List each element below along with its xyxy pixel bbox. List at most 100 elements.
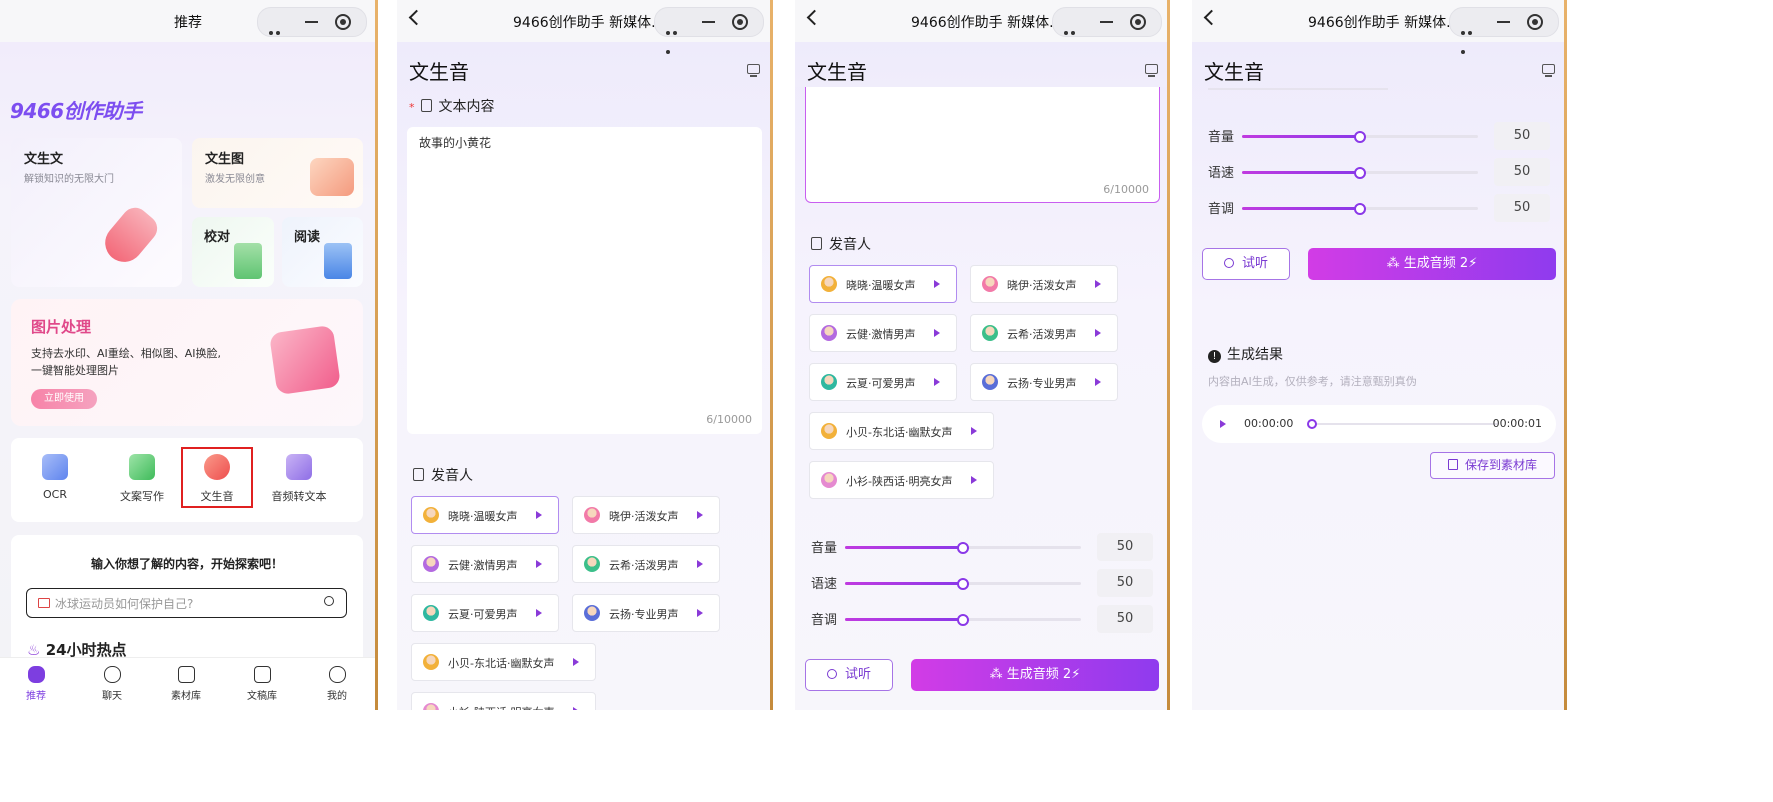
monitor-icon[interactable]	[747, 64, 760, 77]
play-icon[interactable]	[536, 511, 542, 519]
slider-knob[interactable]	[1354, 167, 1366, 179]
slider-track[interactable]	[845, 578, 1081, 590]
slider-value[interactable]: 50	[1494, 122, 1550, 150]
slider-value[interactable]: 50	[1494, 194, 1550, 222]
mini-program-capsule[interactable]	[654, 7, 764, 54]
use-now-button[interactable]: 立即使用	[31, 389, 97, 409]
progress-track[interactable]	[1307, 419, 1498, 429]
voice-option[interactable]: 小贝-东北话·幽默女声	[411, 643, 596, 681]
monitor-icon[interactable]	[1542, 64, 1555, 77]
play-icon[interactable]	[934, 329, 940, 337]
voice-option[interactable]: 云希·活泼男声	[572, 545, 720, 583]
monitor-icon[interactable]	[1145, 64, 1158, 77]
slider-track[interactable]	[845, 614, 1081, 626]
voice-option[interactable]: 云扬·专业男声	[970, 363, 1118, 401]
slider-value[interactable]: 50	[1097, 533, 1153, 561]
generate-audio-button[interactable]: ⁂ 生成音频 2⚡	[911, 659, 1159, 691]
play-icon[interactable]	[971, 476, 977, 484]
minimize-icon[interactable]	[1100, 21, 1113, 23]
play-icon[interactable]	[934, 280, 940, 288]
search-input[interactable]: 冰球运动员如何保护自己?	[26, 588, 347, 618]
voice-option[interactable]: 云夏·可爱男声	[809, 363, 957, 401]
tool-text-to-speech[interactable]: 文生音	[187, 454, 247, 504]
generate-audio-button[interactable]: ⁂ 生成音频 2⚡	[1308, 248, 1556, 280]
voice-option[interactable]: 小衫-陕西话·明亮女声	[411, 692, 596, 710]
slider-knob[interactable]	[1354, 131, 1366, 143]
voice-option[interactable]: 晓伊·活泼女声	[572, 496, 720, 534]
voice-option[interactable]: 云健·激情男声	[411, 545, 559, 583]
tool-audio-to-text[interactable]: 音频转文本	[265, 454, 333, 504]
play-icon[interactable]	[1095, 329, 1101, 337]
play-icon[interactable]	[697, 511, 703, 519]
slider-track[interactable]	[845, 542, 1081, 554]
back-icon[interactable]	[408, 9, 425, 26]
voice-option[interactable]: 云希·活泼男声	[970, 314, 1118, 352]
preview-button[interactable]: 试听	[805, 659, 893, 691]
play-icon[interactable]	[971, 427, 977, 435]
play-icon[interactable]	[536, 609, 542, 617]
card-text-to-text[interactable]: 文生文 解锁知识的无限大门	[11, 138, 182, 287]
tab-mine[interactable]: 我的	[307, 666, 367, 702]
slider-track[interactable]	[1242, 167, 1478, 179]
play-icon[interactable]	[934, 378, 940, 386]
progress-knob[interactable]	[1307, 419, 1317, 429]
slider-value[interactable]: 50	[1097, 569, 1153, 597]
slider-knob[interactable]	[957, 578, 969, 590]
close-target-icon[interactable]	[335, 14, 351, 30]
voice-option[interactable]: 云夏·可爱男声	[411, 594, 559, 632]
search-icon[interactable]	[324, 596, 334, 606]
back-icon[interactable]	[1203, 9, 1220, 26]
close-target-icon[interactable]	[1130, 14, 1146, 30]
voice-option[interactable]: 晓伊·活泼女声	[970, 265, 1118, 303]
more-icon[interactable]	[1461, 20, 1481, 54]
close-target-icon[interactable]	[732, 14, 748, 30]
slider-track[interactable]	[1242, 203, 1478, 215]
mini-program-capsule[interactable]	[257, 7, 367, 54]
slider-knob[interactable]	[957, 614, 969, 626]
slider-value[interactable]: 50	[1097, 605, 1153, 633]
minimize-icon[interactable]	[305, 21, 318, 23]
more-icon[interactable]	[666, 20, 686, 54]
back-icon[interactable]	[806, 9, 823, 26]
tool-ocr[interactable]: OCR	[25, 454, 85, 501]
tab-label: 我的	[327, 691, 347, 702]
image-processing-banner[interactable]: 图片处理 支持去水印、AI重绘、相似图、AI换脸, 一键智能处理图片 立即使用	[11, 299, 363, 426]
card-proofread[interactable]: 校对	[192, 217, 274, 287]
mini-program-capsule[interactable]	[1052, 7, 1162, 54]
more-icon[interactable]	[269, 20, 289, 54]
voice-option[interactable]: 云扬·专业男声	[572, 594, 720, 632]
play-icon[interactable]	[536, 560, 542, 568]
voice-option[interactable]: 晓晓·温暖女声	[809, 265, 957, 303]
minimize-icon[interactable]	[702, 21, 715, 23]
preview-button[interactable]: 试听	[1202, 248, 1290, 280]
voice-option[interactable]: 小贝-东北话·幽默女声	[809, 412, 994, 450]
text-input[interactable]: 故事的小黄花 6/10000	[407, 127, 762, 434]
voice-option[interactable]: 晓晓·温暖女声	[411, 496, 559, 534]
save-to-library-button[interactable]: 保存到素材库	[1430, 452, 1555, 479]
mini-program-capsule[interactable]	[1449, 7, 1559, 54]
tab-chat[interactable]: 聊天	[82, 666, 142, 702]
close-target-icon[interactable]	[1527, 14, 1543, 30]
tab-materials[interactable]: 素材库	[156, 666, 216, 702]
slider-track[interactable]	[1242, 131, 1478, 143]
voice-option[interactable]: 小衫-陕西话·明亮女声	[809, 461, 994, 499]
play-icon[interactable]	[697, 560, 703, 568]
slider-knob[interactable]	[1354, 203, 1366, 215]
play-icon[interactable]	[697, 609, 703, 617]
play-icon[interactable]	[573, 658, 579, 666]
tool-copywriting[interactable]: 文案写作	[112, 454, 172, 504]
slider-value[interactable]: 50	[1494, 158, 1550, 186]
minimize-icon[interactable]	[1497, 21, 1510, 23]
card-text-to-image[interactable]: 文生图 激发无限创意	[192, 138, 363, 208]
play-icon[interactable]	[1095, 280, 1101, 288]
voice-option[interactable]: 云健·激情男声	[809, 314, 957, 352]
tab-manuscripts[interactable]: 文稿库	[232, 666, 292, 702]
card-read[interactable]: 阅读	[282, 217, 363, 287]
play-icon[interactable]	[573, 707, 579, 710]
tab-recommend[interactable]: 推荐	[6, 666, 66, 702]
play-icon[interactable]	[1220, 420, 1226, 428]
audio-to-text-icon	[286, 454, 312, 480]
slider-knob[interactable]	[957, 542, 969, 554]
more-icon[interactable]	[1064, 20, 1084, 54]
play-icon[interactable]	[1095, 378, 1101, 386]
